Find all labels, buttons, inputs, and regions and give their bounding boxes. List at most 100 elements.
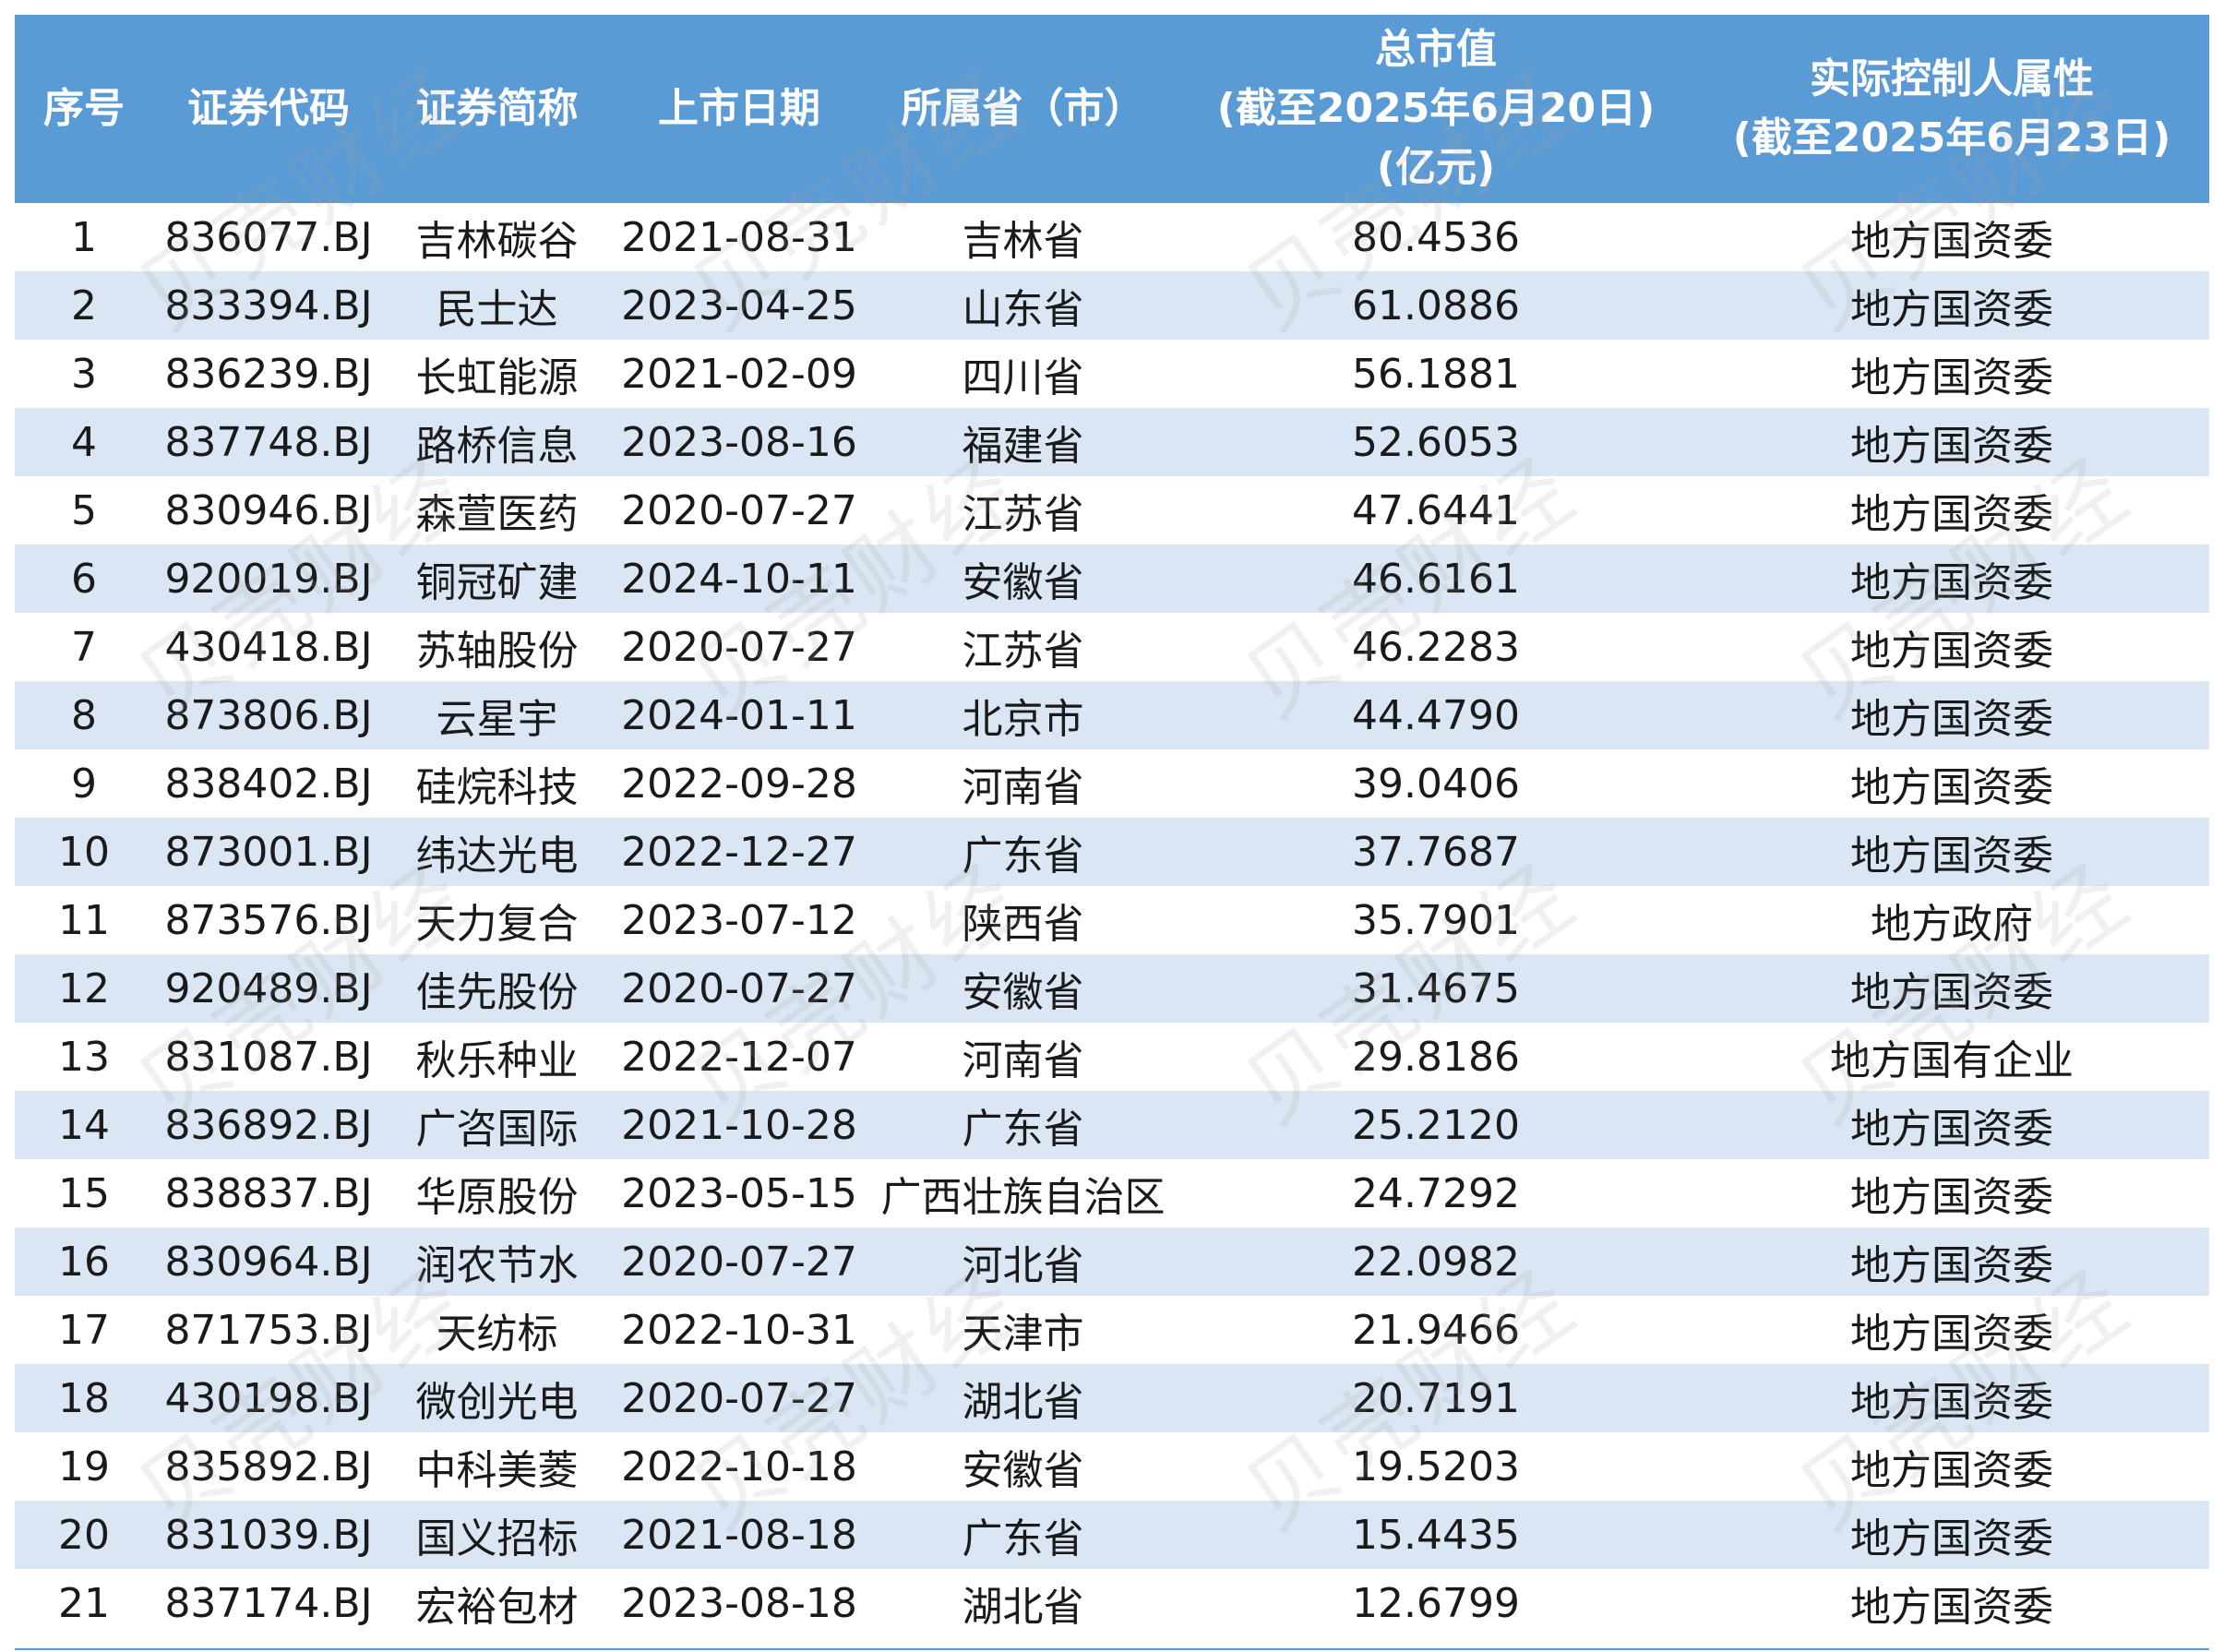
- cell-seq: 20: [15, 1501, 153, 1569]
- cell-code: 430198.BJ: [153, 1364, 384, 1432]
- cell-market-cap: 15.4435: [1178, 1501, 1694, 1569]
- cell-name: 路桥信息: [384, 408, 610, 476]
- cell-listing-date: 2020-07-27: [610, 954, 868, 1023]
- table-row: 16 830964.BJ 润农节水 2020-07-27 河北省 22.0982 地方国资委: [15, 1227, 2209, 1296]
- cell-province: 吉林省: [868, 203, 1178, 271]
- cell-controller-type: 地方国资委: [1694, 203, 2209, 271]
- cell-name: 苏轴股份: [384, 613, 610, 681]
- header-code: 证券代码: [153, 15, 384, 203]
- cell-code: 430418.BJ: [153, 613, 384, 681]
- cell-listing-date: 2023-07-12: [610, 886, 868, 954]
- cell-code: 830964.BJ: [153, 1227, 384, 1296]
- cell-name: 宏裕包材: [384, 1569, 610, 1637]
- header-name: 证券简称: [384, 15, 610, 203]
- cell-name: 铜冠矿建: [384, 545, 610, 613]
- table-row: 13 831087.BJ 秋乐种业 2022-12-07 河南省 29.8186 地方国有企…: [15, 1023, 2209, 1091]
- table-row: 20 831039.BJ 国义招标 2021-08-18 广东省 15.4435 地方国资委: [15, 1501, 2209, 1569]
- cell-code: 873806.BJ: [153, 681, 384, 749]
- cell-name: 天纺标: [384, 1296, 610, 1364]
- table-row: 4 837748.BJ 路桥信息 2023-08-16 福建省 52.6053 地方国资委: [15, 408, 2209, 476]
- cell-code: 837748.BJ: [153, 408, 384, 476]
- cell-province: 河北省: [868, 1227, 1178, 1296]
- cell-listing-date: 2023-04-25: [610, 271, 868, 340]
- cell-market-cap: 44.4790: [1178, 681, 1694, 749]
- cell-controller-type: 地方国资委: [1694, 476, 2209, 545]
- header-listing-date-line: 上市日期: [658, 85, 820, 132]
- header-province-line: 所属省（市）: [901, 85, 1145, 132]
- cell-listing-date: 2020-07-27: [610, 1364, 868, 1432]
- cell-market-cap: 25.2120: [1178, 1091, 1694, 1159]
- cell-province: 北京市: [868, 681, 1178, 749]
- cell-seq: 5: [15, 476, 153, 545]
- table-row: 10 873001.BJ 纬达光电 2022-12-27 广东省 37.7687 地方国资委: [15, 818, 2209, 886]
- cell-code: 836892.BJ: [153, 1091, 384, 1159]
- table-row: 15 838837.BJ 华原股份 2023-05-15 广西壮族自治区 24.7292 地…: [15, 1159, 2209, 1227]
- cell-controller-type: 地方国资委: [1694, 408, 2209, 476]
- cell-controller-type: 地方国资委: [1694, 340, 2209, 408]
- cell-seq: 1: [15, 203, 153, 271]
- cell-code: 838402.BJ: [153, 749, 384, 818]
- cell-controller-type: 地方国资委: [1694, 954, 2209, 1023]
- header-name-line: 证券简称: [415, 85, 579, 132]
- header-listing-date: 上市日期: [610, 15, 868, 203]
- cell-market-cap: 29.8186: [1178, 1023, 1694, 1091]
- cell-seq: 19: [15, 1432, 153, 1501]
- cell-listing-date: 2021-02-09: [610, 340, 868, 408]
- table-row: 19 835892.BJ 中科美菱 2022-10-18 安徽省 19.5203 地方国资委: [15, 1432, 2209, 1501]
- header-row: 序号 证券代码 证券简称 上市日期 所属省（市） 总市值 (截至2025年6月20日) (亿元…: [15, 15, 2209, 203]
- cell-market-cap: 46.6161: [1178, 545, 1694, 613]
- cell-controller-type: 地方国资委: [1694, 613, 2209, 681]
- cell-name: 佳先股份: [384, 954, 610, 1023]
- cell-controller-type: 地方国资委: [1694, 1296, 2209, 1364]
- table-header: 序号 证券代码 证券简称 上市日期 所属省（市） 总市值 (截至2025年6月20日) (亿元…: [15, 15, 2209, 203]
- cell-province: 广东省: [868, 1091, 1178, 1159]
- cell-controller-type: 地方政府: [1694, 886, 2209, 954]
- table-row: 12 920489.BJ 佳先股份 2020-07-27 安徽省 31.4675 地方国资委: [15, 954, 2209, 1023]
- cell-province: 天津市: [868, 1296, 1178, 1364]
- cell-code: 920019.BJ: [153, 545, 384, 613]
- cell-seq: 13: [15, 1023, 153, 1091]
- table-row: 2 833394.BJ 民士达 2023-04-25 山东省 61.0886 地方国资委: [15, 271, 2209, 340]
- header-market-cap: 总市值 (截至2025年6月20日) (亿元): [1178, 15, 1694, 203]
- cell-province: 安徽省: [868, 954, 1178, 1023]
- cell-name: 吉林碳谷: [384, 203, 610, 271]
- table-row: 14 836892.BJ 广咨国际 2021-10-28 广东省 25.2120 地方国资委: [15, 1091, 2209, 1159]
- cell-market-cap: 19.5203: [1178, 1432, 1694, 1501]
- cell-listing-date: 2020-07-27: [610, 1227, 868, 1296]
- cell-market-cap: 24.7292: [1178, 1159, 1694, 1227]
- cell-seq: 9: [15, 749, 153, 818]
- cell-controller-type: 地方国资委: [1694, 681, 2209, 749]
- cell-province: 山东省: [868, 271, 1178, 340]
- cell-code: 920489.BJ: [153, 954, 384, 1023]
- table-row: 8 873806.BJ 云星宇 2024-01-11 北京市 44.4790 地方国资委: [15, 681, 2209, 749]
- cell-market-cap: 39.0406: [1178, 749, 1694, 818]
- cell-controller-type: 地方国资委: [1694, 1091, 2209, 1159]
- cell-listing-date: 2024-01-11: [610, 681, 868, 749]
- cell-listing-date: 2024-10-11: [610, 545, 868, 613]
- listed-companies-table: 序号 证券代码 证券简称 上市日期 所属省（市） 总市值 (截至2025年6月20日) (亿元…: [15, 15, 2209, 1637]
- cell-code: 836239.BJ: [153, 340, 384, 408]
- cell-code: 835892.BJ: [153, 1432, 384, 1501]
- cell-province: 四川省: [868, 340, 1178, 408]
- table-row: 11 873576.BJ 天力复合 2023-07-12 陕西省 35.7901 地方政府: [15, 886, 2209, 954]
- header-controller-type: 实际控制人属性 (截至2025年6月23日): [1694, 15, 2209, 203]
- cell-controller-type: 地方国资委: [1694, 1569, 2209, 1637]
- table-row: 17 871753.BJ 天纺标 2022-10-31 天津市 21.9466 地方国资委: [15, 1296, 2209, 1364]
- header-market-cap-line: (亿元): [1376, 144, 1496, 191]
- cell-market-cap: 56.1881: [1178, 340, 1694, 408]
- cell-province: 福建省: [868, 408, 1178, 476]
- cell-seq: 6: [15, 545, 153, 613]
- table-row: 7 430418.BJ 苏轴股份 2020-07-27 江苏省 46.2283 地方国资委: [15, 613, 2209, 681]
- cell-controller-type: 地方国资委: [1694, 1432, 2209, 1501]
- cell-controller-type: 地方国有企业: [1694, 1023, 2209, 1091]
- cell-controller-type: 地方国资委: [1694, 545, 2209, 613]
- cell-listing-date: 2021-08-18: [610, 1501, 868, 1569]
- header-province: 所属省（市）: [868, 15, 1178, 203]
- cell-name: 微创光电: [384, 1364, 610, 1432]
- cell-controller-type: 地方国资委: [1694, 749, 2209, 818]
- cell-controller-type: 地方国资委: [1694, 271, 2209, 340]
- cell-listing-date: 2022-12-07: [610, 1023, 868, 1091]
- cell-listing-date: 2023-08-16: [610, 408, 868, 476]
- cell-code: 871753.BJ: [153, 1296, 384, 1364]
- cell-name: 中科美菱: [384, 1432, 610, 1501]
